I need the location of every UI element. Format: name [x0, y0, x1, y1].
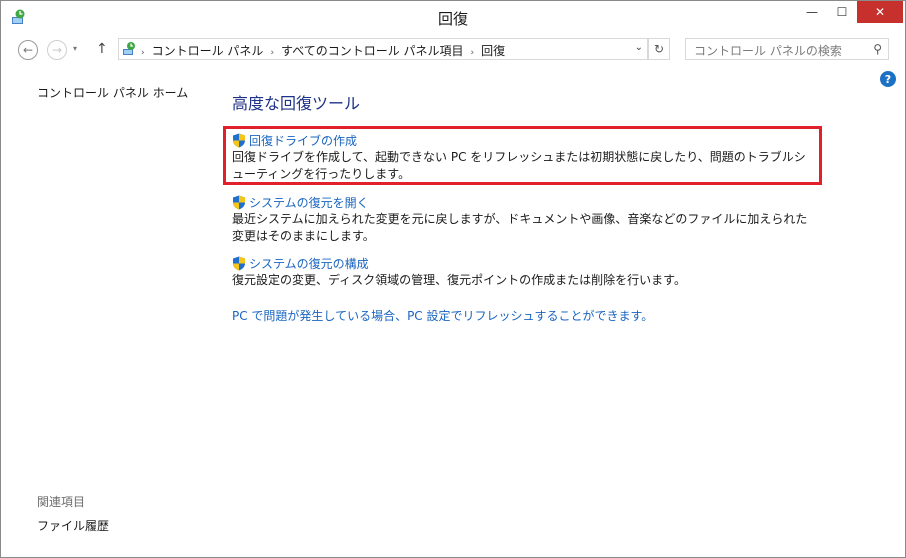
- recent-locations-dropdown-icon[interactable]: ▾: [73, 44, 77, 53]
- address-bar[interactable]: › コントロール パネル › すべてのコントロール パネル項目 › 回復 ⌄: [118, 38, 648, 60]
- breadcrumb-all-control-panel-items[interactable]: すべてのコントロール パネル項目: [281, 44, 464, 58]
- navigation-bar: ← → ▾ ↑ › コントロール パネル › すべてのコントロール パネル項目 › 回復 …: [1, 35, 905, 65]
- recovery-window: 回復 — ☐ ✕ ← → ▾ ↑ › コントロール パネル › すべてのコントロール …: [0, 0, 906, 558]
- pc-settings-refresh-link[interactable]: PC で問題が発生している場合、PC 設定でリフレッシュすることができます。: [232, 307, 653, 324]
- title-bar: 回復 — ☐ ✕: [1, 1, 905, 33]
- breadcrumb-separator-icon[interactable]: ›: [471, 48, 475, 58]
- configure-system-restore-item: システムの復元の構成 復元設定の変更、ディスク領域の管理、復元ポイントの作成また…: [232, 254, 812, 289]
- forward-button[interactable]: →: [47, 40, 67, 60]
- close-button[interactable]: ✕: [857, 1, 903, 23]
- configure-system-restore-link[interactable]: システムの復元の構成: [232, 254, 812, 272]
- address-dropdown-icon[interactable]: ⌄: [635, 42, 643, 53]
- search-input[interactable]: コントロール パネルの検索 ⚲: [685, 38, 889, 60]
- breadcrumb-control-panel[interactable]: コントロール パネル: [152, 44, 264, 58]
- maximize-button[interactable]: ☐: [827, 1, 857, 23]
- control-panel-icon: [123, 42, 135, 55]
- breadcrumb: › コントロール パネル › すべてのコントロール パネル項目 › 回復: [141, 42, 505, 59]
- uac-shield-icon: [233, 195, 245, 209]
- configure-system-restore-description: 復元設定の変更、ディスク領域の管理、復元ポイントの作成または削除を行います。: [232, 273, 686, 287]
- system-restore-item: システムの復元を開く 最近システムに加えられた変更を元に戻しますが、ドキュメント…: [232, 193, 812, 245]
- refresh-icon: ↻: [653, 42, 665, 56]
- highlight-annotation-box: [223, 126, 822, 185]
- up-arrow-icon[interactable]: ↑: [96, 41, 108, 57]
- search-icon[interactable]: ⚲: [873, 42, 882, 56]
- refresh-button[interactable]: ↻: [648, 38, 670, 60]
- breadcrumb-separator-icon[interactable]: ›: [141, 48, 145, 58]
- forward-arrow-icon: →: [51, 43, 63, 57]
- help-icon[interactable]: ?: [880, 71, 896, 87]
- page-title: 高度な回復ツール: [232, 94, 361, 113]
- configure-system-restore-label[interactable]: システムの復元の構成: [249, 255, 369, 272]
- control-panel-home-link[interactable]: コントロール パネル ホーム: [37, 84, 188, 101]
- open-system-restore-link[interactable]: システムの復元を開く: [232, 193, 812, 211]
- uac-shield-icon: [233, 256, 245, 270]
- window-title: 回復: [437, 10, 468, 28]
- back-arrow-icon: ←: [22, 43, 34, 57]
- breadcrumb-recovery[interactable]: 回復: [481, 44, 505, 58]
- open-system-restore-description: 最近システムに加えられた変更を元に戻しますが、ドキュメントや画像、音楽などのファ…: [232, 212, 808, 243]
- minimize-button[interactable]: —: [797, 1, 827, 23]
- related-items-title: 関連項目: [37, 495, 86, 509]
- open-system-restore-label[interactable]: システムの復元を開く: [249, 194, 369, 211]
- search-placeholder: コントロール パネルの検索: [694, 44, 842, 58]
- breadcrumb-separator-icon[interactable]: ›: [270, 48, 274, 58]
- file-history-link[interactable]: ファイル履歴: [37, 517, 109, 534]
- back-button[interactable]: ←: [18, 40, 38, 60]
